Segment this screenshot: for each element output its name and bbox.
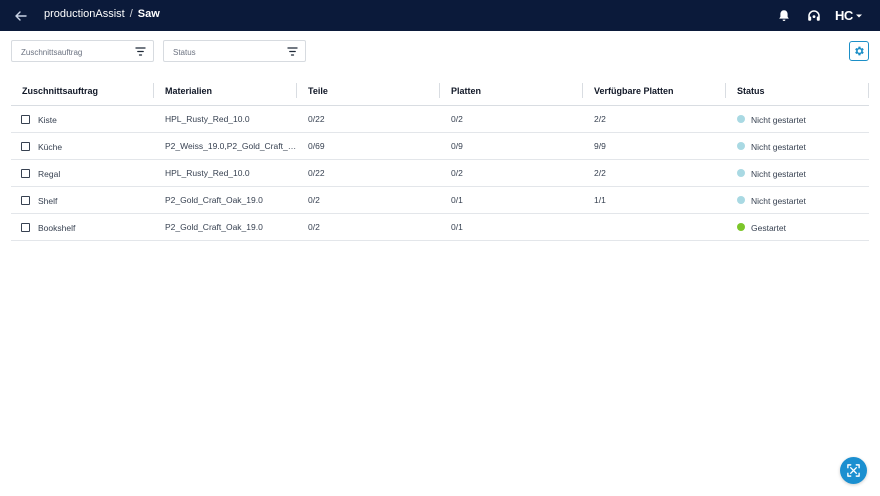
back-arrow-icon[interactable] — [12, 7, 30, 25]
cell-order: Shelf — [11, 186, 154, 214]
cell-plates: 0/1 — [440, 213, 583, 241]
order-name: Shelf — [38, 195, 58, 206]
column-header-materials[interactable]: Materialien — [154, 76, 297, 106]
cell-available-plates: 2/2 — [583, 105, 726, 133]
cell-order: Bookshelf — [11, 213, 154, 241]
status-dot — [737, 115, 745, 124]
status-dot — [737, 223, 745, 232]
filter-icon[interactable] — [287, 46, 298, 57]
status-dot — [737, 142, 745, 151]
table-header-row: Zuschnittsauftrag Materialien Teile Plat… — [11, 76, 869, 106]
breadcrumb-app[interactable]: productionAssist — [44, 8, 125, 20]
breadcrumb-separator: / — [129, 8, 133, 20]
status-filter[interactable] — [163, 40, 306, 62]
cell-status: Nicht gestartet — [726, 105, 869, 133]
gear-icon — [855, 46, 864, 56]
scan-fab-button[interactable] — [840, 457, 867, 484]
top-bar: productionAssist / Saw HC — [0, 0, 880, 31]
orders-table: Zuschnittsauftrag Materialien Teile Plat… — [11, 76, 869, 241]
status-text: Nicht gestartet — [751, 168, 806, 179]
order-name: Bookshelf — [38, 222, 76, 233]
cell-parts: 0/2 — [297, 213, 440, 241]
scan-icon — [847, 464, 860, 477]
cell-available-plates: 9/9 — [583, 132, 726, 160]
cell-available-plates: 2/2 — [583, 159, 726, 187]
order-name: Regal — [38, 168, 61, 179]
cell-materials: HPL_Rusty_Red_10.0 — [154, 159, 297, 187]
table-row[interactable]: Shelf P2_Gold_Craft_Oak_19.0 0/2 0/1 1/1… — [11, 186, 869, 214]
cell-plates: 0/1 — [440, 186, 583, 214]
cell-parts: 0/22 — [297, 105, 440, 133]
status-dot — [737, 169, 745, 178]
column-header-status[interactable]: Status — [726, 76, 869, 106]
cell-available-plates — [583, 213, 726, 241]
cell-order: Kiste — [11, 105, 154, 133]
row-checkbox[interactable] — [21, 114, 30, 124]
breadcrumb: productionAssist / Saw — [44, 8, 160, 20]
cell-materials: P2_Gold_Craft_Oak_19.0 — [154, 213, 297, 241]
cell-order: Küche — [11, 132, 154, 160]
status-text: Gestartet — [751, 222, 786, 233]
order-name: Kiste — [38, 114, 57, 125]
status-text: Nicht gestartet — [751, 141, 806, 152]
column-header-order[interactable]: Zuschnittsauftrag — [11, 76, 154, 106]
row-checkbox[interactable] — [21, 222, 30, 232]
row-checkbox[interactable] — [21, 168, 30, 178]
table-row[interactable]: Bookshelf P2_Gold_Craft_Oak_19.0 0/2 0/1… — [11, 213, 869, 241]
cell-plates: 0/2 — [440, 105, 583, 133]
chevron-down-icon — [855, 14, 862, 17]
column-header-plates[interactable]: Platten — [440, 76, 583, 106]
order-filter-input[interactable] — [19, 45, 131, 60]
cell-materials: HPL_Rusty_Red_10.0 — [154, 105, 297, 133]
cell-order: Regal — [11, 159, 154, 187]
column-header-parts[interactable]: Teile — [297, 76, 440, 106]
cell-available-plates: 1/1 — [583, 186, 726, 214]
page-title: Saw — [137, 8, 160, 20]
cell-materials: P2_Weiss_19.0,P2_Gold_Craft_Oak_19.0 — [154, 132, 297, 160]
logo: HC — [835, 8, 853, 23]
cell-status: Nicht gestartet — [726, 159, 869, 187]
table-row[interactable]: Küche P2_Weiss_19.0,P2_Gold_Craft_Oak_19… — [11, 132, 869, 160]
filter-icon[interactable] — [135, 46, 146, 57]
status-filter-input[interactable] — [171, 45, 283, 60]
table-settings-button[interactable] — [849, 41, 869, 61]
company-logo-menu[interactable]: HC — [835, 8, 863, 23]
cell-plates: 0/2 — [440, 159, 583, 187]
cell-plates: 0/9 — [440, 132, 583, 160]
order-name: Küche — [38, 141, 63, 152]
order-filter[interactable] — [11, 40, 154, 62]
table-row[interactable]: Regal HPL_Rusty_Red_10.0 0/22 0/2 2/2 Ni… — [11, 159, 869, 187]
cell-status: Nicht gestartet — [726, 186, 869, 214]
column-header-available-plates[interactable]: Verfügbare Platten — [583, 76, 726, 106]
table-row[interactable]: Kiste HPL_Rusty_Red_10.0 0/22 0/2 2/2 Ni… — [11, 105, 869, 133]
cell-status: Gestartet — [726, 213, 869, 241]
cell-parts: 0/2 — [297, 186, 440, 214]
cell-parts: 0/22 — [297, 159, 440, 187]
cell-status: Nicht gestartet — [726, 132, 869, 160]
cell-materials: P2_Gold_Craft_Oak_19.0 — [154, 186, 297, 214]
headset-icon[interactable] — [806, 8, 822, 24]
cell-parts: 0/69 — [297, 132, 440, 160]
row-checkbox[interactable] — [21, 195, 30, 205]
bell-icon[interactable] — [776, 8, 792, 24]
status-dot — [737, 196, 745, 205]
row-checkbox[interactable] — [21, 141, 30, 151]
status-text: Nicht gestartet — [751, 114, 806, 125]
status-text: Nicht gestartet — [751, 195, 806, 206]
